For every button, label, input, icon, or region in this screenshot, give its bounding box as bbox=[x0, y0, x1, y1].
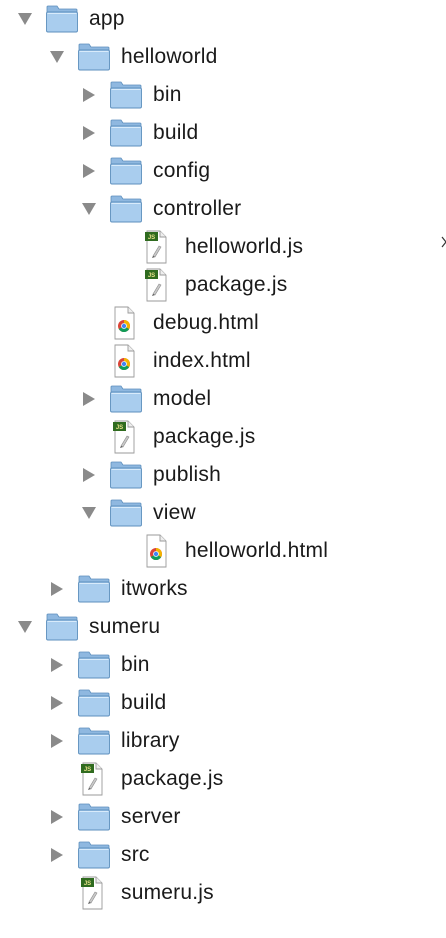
js-file-icon: JS bbox=[145, 268, 167, 302]
tree-item-label: publish bbox=[153, 463, 221, 486]
tree-row-file[interactable]: helloworld.html bbox=[0, 532, 446, 570]
folder-icon bbox=[110, 461, 142, 489]
folder-icon bbox=[110, 81, 142, 109]
tree-row-folder[interactable]: library bbox=[0, 722, 446, 760]
folder-icon bbox=[78, 575, 110, 603]
tree-row-folder[interactable]: bin bbox=[0, 646, 446, 684]
tree-row-folder[interactable]: build bbox=[0, 684, 446, 722]
disclosure-triangle-down-icon[interactable] bbox=[17, 11, 33, 27]
tree-item-label: server bbox=[121, 805, 181, 828]
tree-row-folder[interactable]: sumeru bbox=[0, 608, 446, 646]
folder-icon bbox=[46, 5, 78, 33]
tree-row-folder[interactable]: build bbox=[0, 114, 446, 152]
tree-item-label: index.html bbox=[153, 349, 251, 372]
svg-text:JS: JS bbox=[148, 273, 155, 279]
tree-row-folder[interactable]: itworks bbox=[0, 570, 446, 608]
disclosure-triangle-right-icon[interactable] bbox=[81, 163, 97, 179]
tree-item-label: src bbox=[121, 843, 150, 866]
tree-item-label: controller bbox=[153, 197, 242, 220]
folder-icon bbox=[110, 157, 142, 185]
tree-row-file[interactable]: JS sumeru.js bbox=[0, 874, 446, 912]
folder-icon bbox=[110, 499, 142, 527]
tree-item-label: package.js bbox=[185, 273, 288, 296]
tree-item-label: view bbox=[153, 501, 196, 524]
svg-text:JS: JS bbox=[84, 881, 91, 887]
tree-item-label: sumeru.js bbox=[121, 881, 214, 904]
disclosure-triangle-right-icon[interactable] bbox=[49, 581, 65, 597]
svg-text:JS: JS bbox=[116, 425, 123, 431]
tree-row-file[interactable]: JS helloworld.js bbox=[0, 228, 446, 266]
html-file-icon bbox=[114, 344, 135, 378]
tree-item-label: model bbox=[153, 387, 212, 410]
tree-row-folder[interactable]: helloworld bbox=[0, 38, 446, 76]
disclosure-triangle-right-icon[interactable] bbox=[81, 125, 97, 141]
disclosure-triangle-down-icon[interactable] bbox=[17, 619, 33, 635]
tree-item-label: build bbox=[153, 121, 199, 144]
tree-row-folder[interactable]: view bbox=[0, 494, 446, 532]
disclosure-triangle-right-icon[interactable] bbox=[81, 467, 97, 483]
tree-item-label: itworks bbox=[121, 577, 188, 600]
tree-row-file[interactable]: JS package.js bbox=[0, 418, 446, 456]
folder-icon bbox=[110, 195, 142, 223]
disclosure-triangle-down-icon[interactable] bbox=[81, 201, 97, 217]
disclosure-triangle-right-icon[interactable] bbox=[81, 391, 97, 407]
folder-icon bbox=[78, 727, 110, 755]
tree-item-label: app bbox=[89, 7, 125, 30]
folder-icon bbox=[78, 841, 110, 869]
tree-item-label: debug.html bbox=[153, 311, 259, 334]
tree-row-folder[interactable]: publish bbox=[0, 456, 446, 494]
disclosure-triangle-right-icon[interactable] bbox=[49, 809, 65, 825]
folder-icon bbox=[78, 689, 110, 717]
disclosure-triangle-right-icon[interactable] bbox=[49, 733, 65, 749]
js-file-icon: JS bbox=[113, 420, 135, 454]
tree-row-folder[interactable]: controller bbox=[0, 190, 446, 228]
disclosure-triangle-right-icon[interactable] bbox=[49, 657, 65, 673]
js-file-icon: JS bbox=[81, 876, 103, 910]
tree-row-file[interactable]: JS package.js bbox=[0, 266, 446, 304]
tree-item-label: package.js bbox=[153, 425, 256, 448]
tree-row-folder[interactable]: app bbox=[0, 0, 446, 38]
tree-row-file[interactable]: debug.html bbox=[0, 304, 446, 342]
svg-text:JS: JS bbox=[84, 767, 91, 773]
tree-item-label: helloworld.html bbox=[185, 539, 329, 562]
disclosure-triangle-right-icon[interactable] bbox=[81, 87, 97, 103]
tree-item-label: bin bbox=[121, 653, 150, 676]
tree-item-label: bin bbox=[153, 83, 182, 106]
tree-row-folder[interactable]: model bbox=[0, 380, 446, 418]
folder-icon bbox=[78, 651, 110, 679]
tree-item-label: build bbox=[121, 691, 167, 714]
html-file-icon bbox=[114, 306, 135, 340]
tree-item-label: library bbox=[121, 729, 180, 752]
tree-item-label: package.js bbox=[121, 767, 224, 790]
tree-item-label: helloworld.js bbox=[185, 235, 304, 258]
tree-item-label: sumeru bbox=[89, 615, 161, 638]
folder-icon bbox=[46, 613, 78, 641]
disclosure-triangle-down-icon[interactable] bbox=[49, 49, 65, 65]
tree-row-folder[interactable]: src bbox=[0, 836, 446, 874]
folder-icon bbox=[110, 385, 142, 413]
tree-row-folder[interactable]: server bbox=[0, 798, 446, 836]
html-file-icon bbox=[146, 534, 167, 568]
chevron-right-icon bbox=[441, 236, 446, 248]
folder-icon bbox=[110, 119, 142, 147]
svg-text:JS: JS bbox=[148, 235, 155, 241]
disclosure-triangle-down-icon[interactable] bbox=[81, 505, 97, 521]
tree-row-folder[interactable]: bin bbox=[0, 76, 446, 114]
tree-row-file[interactable]: JS package.js bbox=[0, 760, 446, 798]
disclosure-triangle-right-icon[interactable] bbox=[49, 695, 65, 711]
folder-icon bbox=[78, 803, 110, 831]
disclosure-triangle-right-icon[interactable] bbox=[49, 847, 65, 863]
tree-item-label: helloworld bbox=[121, 45, 218, 68]
tree-row-folder[interactable]: config bbox=[0, 152, 446, 190]
folder-icon bbox=[78, 43, 110, 71]
tree-row-file[interactable]: index.html bbox=[0, 342, 446, 380]
js-file-icon: JS bbox=[81, 762, 103, 796]
tree-item-label: config bbox=[153, 159, 211, 182]
js-file-icon: JS bbox=[145, 230, 167, 264]
